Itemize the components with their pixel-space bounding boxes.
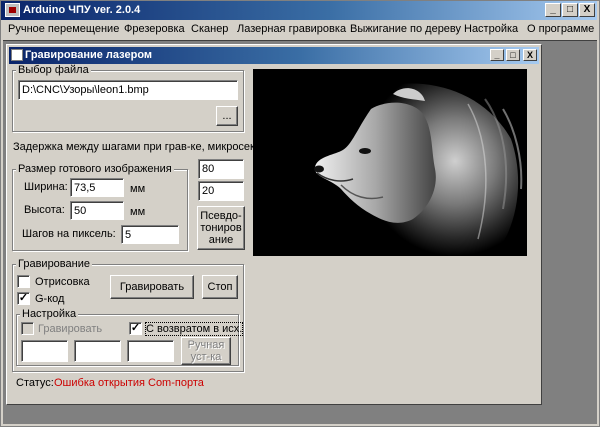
child-maximize-button[interactable]: □ <box>506 49 520 61</box>
return-home-label: С возвратом в исх. <box>144 322 244 336</box>
child-close-button[interactable]: X <box>523 49 537 61</box>
browse-button[interactable]: ... <box>216 106 238 126</box>
menu-wood-burning[interactable]: Выжигание по дереву <box>350 23 461 35</box>
draw-checkbox-label: Отрисовка <box>35 276 90 288</box>
minimize-button[interactable]: _ <box>545 3 561 17</box>
engrave-setting-checkbox[interactable] <box>21 322 34 335</box>
steps-per-pixel-input[interactable]: 5 <box>121 225 179 244</box>
status-label: Статус: <box>16 377 54 389</box>
delay-input-2[interactable]: 20 <box>198 181 244 201</box>
file-select-legend: Выбор файла <box>16 64 91 76</box>
app-icon <box>5 3 20 17</box>
engrave-button[interactable]: Гравировать <box>110 275 194 299</box>
lion-photo <box>253 69 527 256</box>
menu-scanner[interactable]: Сканер <box>191 23 228 35</box>
image-preview <box>253 69 527 256</box>
stop-button[interactable]: Стоп <box>202 275 238 299</box>
file-path-input[interactable]: D:\CNC\Узоры\leon1.bmp <box>18 80 238 100</box>
menu-about[interactable]: О программе <box>527 23 594 35</box>
steps-per-pixel-label: Шагов на пиксель: <box>22 228 116 240</box>
child-title: Гравирование лазером <box>25 49 153 61</box>
menu-milling[interactable]: Фрезеровка <box>124 23 185 35</box>
manual-setup-line-2: уст-ка <box>190 351 222 363</box>
gcode-checkbox-label: G-код <box>35 293 65 305</box>
pseudo-toning-button[interactable]: Псевдо- тониров ание <box>197 206 245 250</box>
width-input[interactable]: 73,5 <box>70 178 124 197</box>
width-label: Ширина: <box>24 181 68 193</box>
delay-label: Задержка между шагами при грав-ке, микро… <box>13 141 258 153</box>
width-unit: мм <box>130 183 146 195</box>
menu-bar: Ручное перемещение Фрезеровка Сканер Лаз… <box>1 20 597 40</box>
maximize-button[interactable]: □ <box>562 3 578 17</box>
height-input[interactable]: 50 <box>70 201 124 220</box>
app-titlebar[interactable]: Arduino ЧПУ ver. 2.0.4 _ □ X <box>1 1 597 20</box>
setting-field-3[interactable] <box>127 340 174 362</box>
child-minimize-button[interactable]: _ <box>490 49 504 61</box>
setting-field-1[interactable] <box>21 340 68 362</box>
manual-setup-line-1: Ручная <box>187 339 225 351</box>
height-label: Высота: <box>24 204 65 216</box>
close-button[interactable]: X <box>579 3 595 17</box>
window-icon <box>11 49 23 61</box>
pseudo-toning-line-1: Псевдо- <box>200 210 242 222</box>
delay-input-1[interactable]: 80 <box>198 159 244 179</box>
status-text: Ошибка открытия Com-порта <box>54 377 204 389</box>
settings-legend: Настройка <box>20 308 79 320</box>
pseudo-toning-line-3: ание <box>208 234 234 246</box>
engraving-legend: Гравирование <box>16 258 92 270</box>
menu-manual-move[interactable]: Ручное перемещение <box>8 23 119 35</box>
gcode-checkbox[interactable]: ✓ <box>17 292 30 305</box>
manual-setup-button[interactable]: Ручная уст-ка <box>181 337 231 365</box>
height-unit: мм <box>130 206 146 218</box>
pseudo-toning-line-2: тониров <box>200 222 242 234</box>
engrave-setting-label: Гравировать <box>38 323 103 335</box>
draw-checkbox[interactable] <box>17 275 30 288</box>
image-size-legend: Размер готового изображения <box>16 163 174 175</box>
setting-field-2[interactable] <box>74 340 121 362</box>
child-titlebar[interactable]: Гравирование лазером _ □ X <box>9 47 539 64</box>
menu-settings[interactable]: Настройка <box>464 23 518 35</box>
return-home-checkbox[interactable]: ✓ <box>129 322 142 335</box>
app-title: Arduino ЧПУ ver. 2.0.4 <box>23 4 141 16</box>
menu-laser-engraving[interactable]: Лазерная гравировка <box>237 23 346 35</box>
